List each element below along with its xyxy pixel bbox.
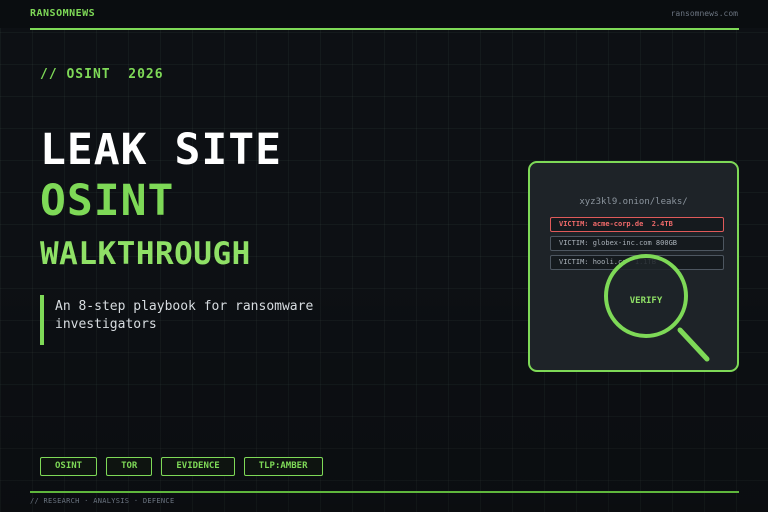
footer-tagline: // RESEARCH · ANALYSIS · DEFENCE [30,497,175,505]
tag-list: OSINT TOR EVIDENCE TLP:AMBER [40,457,323,476]
tag-tor[interactable]: TOR [106,457,153,476]
tag-tlp-amber[interactable]: TLP:AMBER [243,457,323,476]
verify-label: VERIFY [629,296,663,306]
magnifier-handle [677,327,710,362]
tag-evidence[interactable]: EVIDENCE [161,457,235,476]
tag-osint[interactable]: OSINT [40,457,98,476]
bottom-divider [30,491,739,493]
